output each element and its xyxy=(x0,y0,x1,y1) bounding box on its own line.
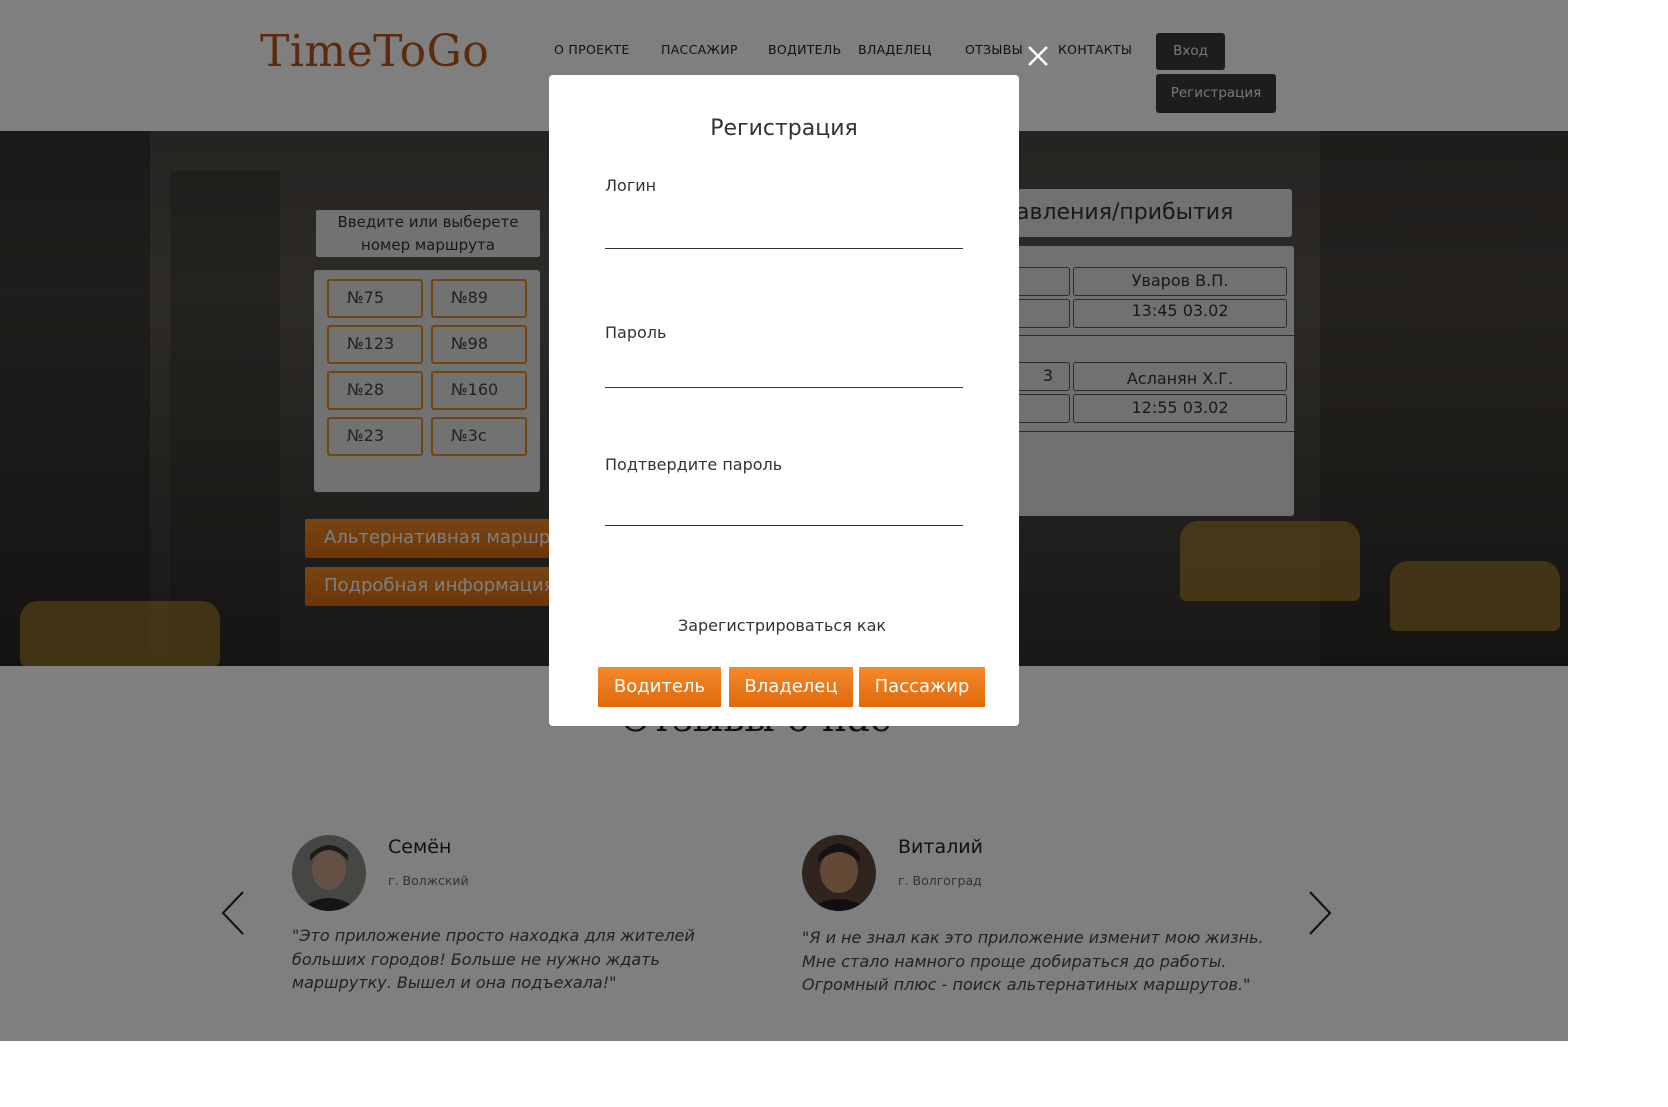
role-driver-button[interactable]: Водитель xyxy=(598,667,721,707)
role-owner-button[interactable]: Владелец xyxy=(729,667,853,707)
password-input[interactable] xyxy=(605,358,963,388)
password-label: Пароль xyxy=(605,323,667,342)
login-label: Логин xyxy=(605,176,657,195)
registration-modal: Регистрация Логин Пароль Подтвердите пар… xyxy=(549,75,1019,726)
confirm-password-label: Подтвердите пароль xyxy=(605,455,783,474)
close-icon[interactable] xyxy=(1024,42,1052,70)
role-passenger-button[interactable]: Пассажир xyxy=(859,667,985,707)
register-as-label: Зарегистрироваться как xyxy=(677,616,887,635)
modal-title: Регистрация xyxy=(710,116,858,141)
confirm-password-input[interactable] xyxy=(605,496,963,526)
login-input[interactable] xyxy=(605,219,963,249)
